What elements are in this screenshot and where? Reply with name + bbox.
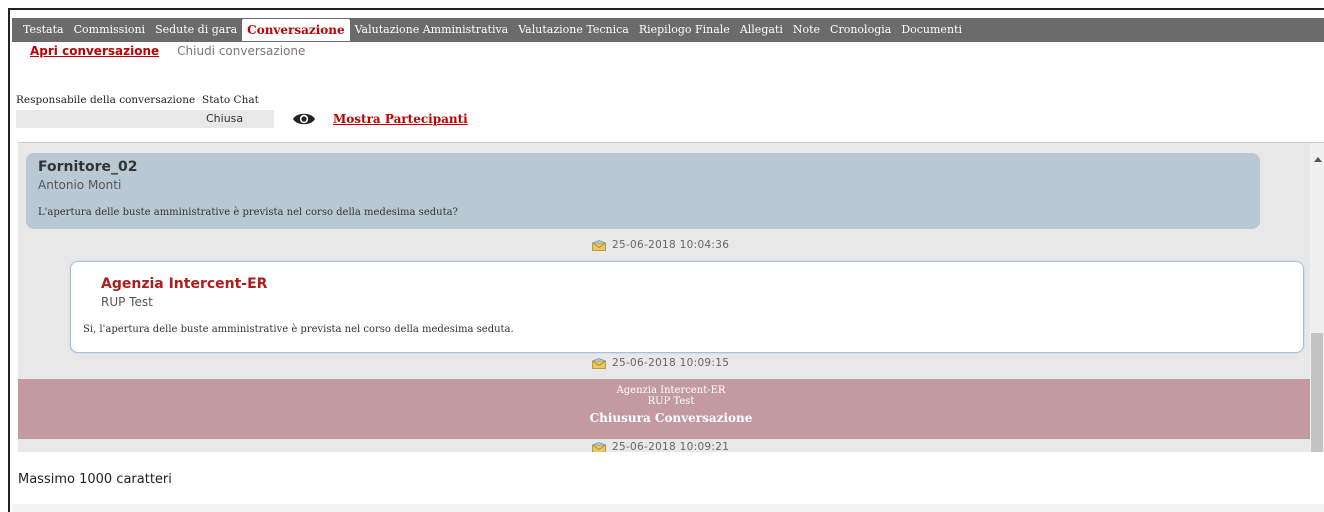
tab-valutazione-tecnica[interactable]: Valutazione Tecnica	[513, 19, 634, 41]
message-sender: Agenzia Intercent-ER	[101, 276, 268, 292]
tab-riepilogo-finale[interactable]: Riepilogo Finale	[634, 19, 735, 41]
close-conversation-link[interactable]: Chiudi conversazione	[177, 44, 305, 58]
responsabile-label: Responsabile della conversazione	[16, 94, 196, 106]
tab-cronologia[interactable]: Cronologia	[825, 19, 896, 41]
stato-chat-label: Stato Chat	[202, 94, 259, 106]
message-input-area[interactable]	[12, 504, 1324, 512]
message-text: L'apertura delle buste amministrative è …	[38, 207, 458, 218]
tab-documenti[interactable]: Documenti	[896, 19, 967, 41]
show-participants-link[interactable]: Mostra Partecipanti	[333, 112, 468, 126]
message-timestamp: 25-06-2018 10:04:36	[592, 239, 729, 251]
tab-commissioni[interactable]: Commissioni	[69, 19, 150, 41]
open-conversation-link[interactable]: Apri conversazione	[30, 44, 159, 58]
responsabile-field	[16, 110, 194, 128]
stato-chat-field: Chiusa	[194, 110, 274, 128]
message-bubble-agency: Agenzia Intercent-ER RUP Test Si, l'aper…	[70, 261, 1304, 353]
max-chars-hint: Massimo 1000 caratteri	[18, 472, 172, 487]
tab-note[interactable]: Note	[788, 19, 825, 41]
closure-timestamp: 25-06-2018 10:09:21	[592, 441, 729, 452]
conversation-panel: Testata Commissioni Sedute di gara Conve…	[8, 8, 1324, 512]
message-sender: Fornitore_02	[38, 159, 138, 175]
tab-testata[interactable]: Testata	[18, 19, 69, 41]
chat-scrollbar[interactable]	[1310, 143, 1324, 452]
envelope-icon	[592, 441, 606, 452]
timestamp-text: 25-06-2018 10:04:36	[612, 239, 730, 251]
message-user: RUP Test	[101, 295, 153, 309]
message-user: Antonio Monti	[38, 178, 122, 192]
tab-conversazione[interactable]: Conversazione	[242, 19, 350, 41]
tab-allegati[interactable]: Allegati	[735, 19, 788, 41]
message-text: Si, l'apertura delle buste amministrativ…	[83, 324, 514, 335]
closure-title: Chiusura Conversazione	[589, 411, 753, 425]
scrollbar-thumb[interactable]	[1311, 333, 1323, 452]
envelope-icon	[592, 357, 606, 369]
closure-sender: Agenzia Intercent-ER	[616, 385, 726, 396]
envelope-icon	[592, 239, 606, 251]
tab-bar: Testata Commissioni Sedute di gara Conve…	[12, 18, 1324, 42]
closure-user: RUP Test	[647, 396, 695, 407]
chat-history[interactable]: Fornitore_02 Antonio Monti L'apertura de…	[18, 142, 1324, 452]
closure-author: Agenzia Intercent-ER RUP Test	[18, 385, 1324, 407]
timestamp-text: 25-06-2018 10:09:15	[612, 357, 730, 369]
field-labels: Responsabile della conversazione Stato C…	[16, 94, 259, 106]
tab-sedute-di-gara[interactable]: Sedute di gara	[150, 19, 242, 41]
conversation-closure-banner: Agenzia Intercent-ER RUP Test Chiusura C…	[18, 379, 1324, 439]
scroll-up-icon[interactable]	[1314, 157, 1322, 162]
eye-icon[interactable]	[292, 111, 316, 127]
conversation-actions: Apri conversazione Chiudi conversazione	[30, 44, 305, 58]
message-timestamp: 25-06-2018 10:09:15	[592, 357, 729, 369]
tab-valutazione-amministrativa[interactable]: Valutazione Amministrativa	[350, 19, 514, 41]
timestamp-text: 25-06-2018 10:09:21	[612, 441, 730, 452]
message-bubble-supplier: Fornitore_02 Antonio Monti L'apertura de…	[26, 153, 1260, 229]
